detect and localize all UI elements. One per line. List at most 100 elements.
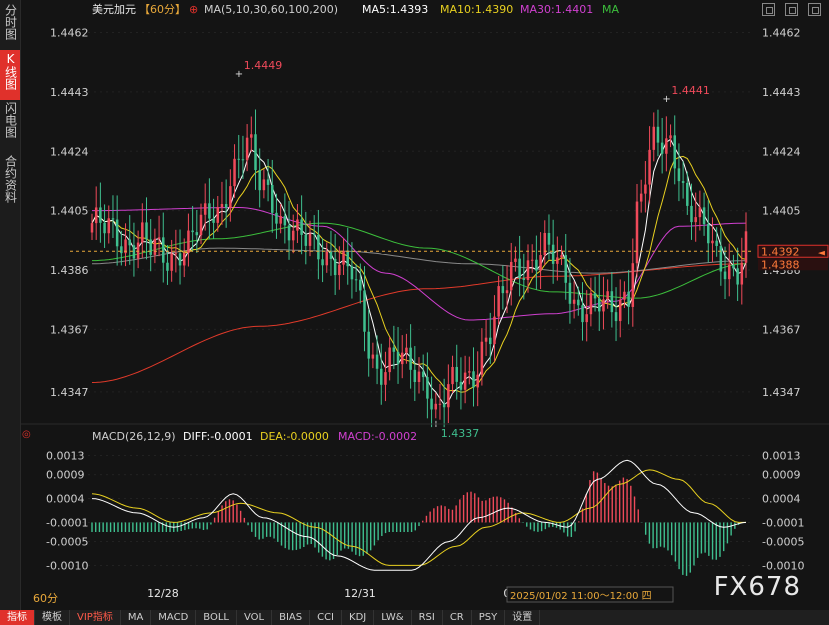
ma30-value: MA30:1.4401	[520, 3, 593, 16]
candle-body	[187, 230, 190, 253]
price-tick-right: 1.4347	[762, 386, 801, 399]
window-controls	[762, 3, 821, 16]
candle-body	[644, 184, 647, 194]
toolbar-tab-13[interactable]: PSY	[472, 610, 506, 625]
candle-body	[459, 381, 463, 390]
candle-body	[262, 179, 266, 191]
candle-body	[136, 242, 140, 259]
toolbar-tab-6[interactable]: VOL	[237, 610, 273, 625]
candle-body	[120, 246, 123, 254]
candle-body	[648, 149, 651, 185]
candle-body	[317, 234, 320, 260]
candle-body	[321, 259, 324, 266]
price-arrow-icon: ◄	[818, 248, 825, 258]
candle-body	[208, 203, 211, 219]
chart-area[interactable]: 美元加元 【60分】 ⊕ MA(5,10,30,60,100,200) MA5:…	[20, 0, 829, 610]
secondary-price-label: 1.4388	[761, 258, 800, 271]
macd-target-icon[interactable]: ◎	[22, 429, 31, 440]
fullscreen-icon[interactable]	[808, 3, 821, 16]
time-readout: 2025/01/02 11:00～12:00 四	[510, 591, 652, 602]
candle-body	[380, 368, 383, 385]
candle-body	[287, 225, 291, 241]
macd-histogram	[91, 471, 743, 576]
toolbar-tab-11[interactable]: RSI	[412, 610, 443, 625]
toolbar-tab-7[interactable]: BIAS	[272, 610, 311, 625]
macd-tick-left: 0.0009	[46, 469, 85, 482]
macd-tick-right: 0.0004	[762, 493, 801, 506]
layout-icon[interactable]	[762, 3, 775, 16]
candle-body	[702, 207, 706, 225]
current-price-label: 1.4392	[761, 245, 800, 258]
candle-body	[312, 233, 316, 235]
candle-body	[526, 260, 530, 280]
candle-body	[103, 222, 106, 234]
candle-body	[375, 354, 379, 369]
candle-body	[346, 250, 349, 267]
candle-body	[740, 262, 744, 285]
candle-body	[744, 231, 748, 263]
toolbar-tab-0[interactable]: 指标	[0, 610, 35, 625]
toolbar-tab-14[interactable]: 设置	[505, 610, 541, 625]
candle-body	[489, 337, 492, 345]
macd-value: MACD:-0.0002	[338, 430, 417, 443]
candle-body	[522, 278, 526, 280]
tab-kline-chart[interactable]: K线图	[0, 50, 20, 100]
toolbar-tab-9[interactable]: KDJ	[342, 610, 375, 625]
candlesticks	[90, 109, 748, 428]
price-tick-left: 1.4462	[50, 27, 89, 40]
toolbar-tab-2[interactable]: VIP指标	[70, 610, 121, 625]
candle-body	[363, 290, 366, 332]
tab-contract-info[interactable]: 合约资料	[0, 155, 20, 213]
toolbar-tab-12[interactable]: CR	[443, 610, 472, 625]
candle-body	[652, 126, 656, 150]
candle-body	[497, 286, 500, 317]
settings-circle-icon[interactable]: ⊕	[189, 3, 198, 16]
tab-time-chart[interactable]: 分时图	[0, 4, 20, 49]
toolbar-tab-5[interactable]: BOLL	[196, 610, 237, 625]
candle-body	[296, 219, 299, 231]
period-selector[interactable]: 60分	[33, 590, 58, 606]
candle-body	[468, 371, 471, 373]
tab-time-chart-label: 分时图	[3, 4, 18, 40]
toolbar-tab-10[interactable]: LW&	[374, 610, 412, 625]
candle-body	[392, 347, 396, 352]
tab-flash-chart[interactable]: 闪电图	[0, 102, 20, 147]
toolbar-tab-3[interactable]: MA	[121, 610, 152, 625]
macd-tick-right: 0.0009	[762, 469, 801, 482]
candle-body	[170, 253, 173, 271]
macd-lines	[91, 459, 747, 571]
candle-body	[338, 264, 341, 276]
candle-body	[669, 135, 672, 139]
toolbar-tab-8[interactable]: CCI	[310, 610, 343, 625]
candle-body	[560, 255, 563, 258]
candle-body	[690, 205, 693, 223]
candle-body	[94, 207, 98, 224]
candle-body	[333, 258, 337, 276]
candle-body	[409, 347, 412, 370]
candle-body	[178, 253, 182, 266]
candle-body	[438, 403, 442, 405]
candle-body	[241, 159, 245, 161]
indicator-toolbar: 指标 模板 VIP指标 MA MACD BOLL VOL BIAS CCI KDJ LW& RSI CR…	[0, 610, 829, 625]
price-tick-left: 1.4367	[50, 323, 89, 336]
macd-tick-right: -0.0005	[762, 536, 804, 549]
candle-body	[518, 258, 521, 279]
toolbar-tab-1[interactable]: 模板	[35, 610, 70, 625]
price-annotation-label: 1.4337	[441, 427, 480, 440]
candle-body	[300, 219, 303, 235]
candle-body	[250, 134, 253, 138]
x-axis-label: 12/28	[147, 587, 179, 600]
x-axis-labels: 12/2812/3101/01	[147, 587, 535, 600]
candle-body	[564, 255, 567, 283]
candle-body	[359, 279, 362, 291]
candle-body	[505, 290, 509, 294]
toolbar-tab-4[interactable]: MACD	[151, 610, 197, 625]
candle-body	[686, 182, 689, 206]
expand-icon[interactable]	[785, 3, 798, 16]
candle-body	[283, 216, 287, 226]
price-tick-right: 1.4462	[762, 27, 801, 40]
candle-body	[451, 366, 454, 385]
macd-label: MACD(26,12,9)	[92, 430, 176, 443]
candle-body	[602, 299, 605, 312]
ma-label: MA	[602, 3, 619, 16]
